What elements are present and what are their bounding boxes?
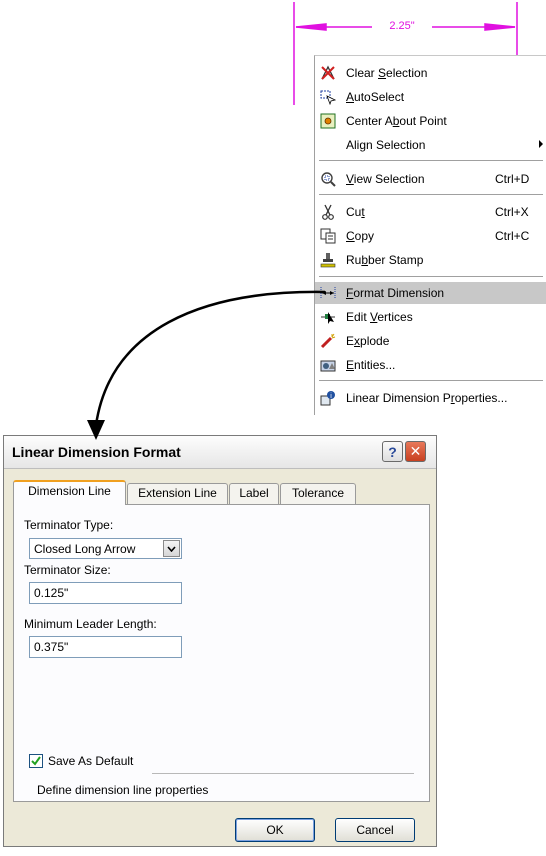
entities-icon	[320, 360, 336, 372]
tab-tolerance[interactable]: Tolerance	[280, 483, 356, 504]
shortcut-label: Ctrl+X	[495, 205, 529, 219]
terminator-size-label: Terminator Size:	[24, 563, 111, 577]
menu-item-format-dimension[interactable]: Format Dimension	[315, 282, 546, 304]
dropdown-button[interactable]	[163, 540, 180, 557]
min-leader-length-field[interactable]	[29, 636, 182, 658]
dimension-value-label: 2.25"	[372, 18, 432, 34]
terminator-type-select[interactable]: Closed Long Arrow	[29, 538, 182, 559]
checkmark-icon	[31, 756, 41, 766]
ok-button[interactable]: OK	[235, 818, 315, 842]
shortcut-label: Ctrl+C	[495, 229, 530, 243]
format-dimension-icon	[320, 287, 336, 299]
edit-vertices-icon	[321, 312, 335, 324]
menu-item-cut[interactable]: Cut Ctrl+X	[315, 201, 546, 223]
help-button[interactable]: ?	[382, 441, 403, 462]
dialog-titlebar[interactable]: Linear Dimension Format ? ✕	[4, 436, 436, 469]
close-button[interactable]: ✕	[405, 441, 426, 462]
menu-item-copy[interactable]: Copy Ctrl+C	[315, 225, 546, 247]
separator	[152, 773, 414, 774]
autoselect-icon	[320, 90, 336, 105]
menu-item-edit-vertices[interactable]: Edit Vertices	[315, 306, 546, 328]
save-as-default-label[interactable]: Save As Default	[48, 754, 133, 768]
terminator-size-field[interactable]	[29, 582, 182, 604]
submenu-arrow-icon	[539, 140, 543, 148]
menu-item-entities[interactable]: Entities...	[315, 354, 546, 376]
stamp-icon	[320, 253, 336, 268]
clear-selection-icon	[321, 65, 335, 80]
menu-item-align-selection[interactable]: Align Selection	[315, 134, 546, 156]
menu-item-center-about-point[interactable]: Center About Point	[315, 110, 546, 132]
chevron-down-icon	[167, 545, 176, 552]
tab-label[interactable]: Label	[229, 483, 279, 504]
menu-item-rubber-stamp[interactable]: Rubber Stamp	[315, 249, 546, 271]
tab-extension-line[interactable]: Extension Line	[127, 483, 228, 504]
terminator-type-label: Terminator Type:	[24, 518, 114, 532]
menu-item-explode[interactable]: Explode	[315, 330, 546, 352]
menu-item-view-selection[interactable]: View Selection Ctrl+D	[315, 168, 546, 190]
menu-separator	[319, 160, 543, 161]
menu-item-autoselect[interactable]: AutoSelect	[315, 86, 546, 108]
dialog-title: Linear Dimension Format	[12, 444, 181, 460]
menu-separator	[319, 380, 543, 381]
context-menu: Clear Selection AutoSelect Center About …	[314, 55, 546, 415]
save-as-default-checkbox[interactable]	[29, 754, 43, 768]
shortcut-label: Ctrl+D	[495, 172, 530, 186]
terminator-right-arrow	[484, 23, 516, 31]
terminator-left-arrow	[295, 23, 327, 31]
terminator-size-input[interactable]	[34, 584, 174, 602]
description-text: Define dimension line properties	[37, 783, 209, 797]
menu-item-clear-selection[interactable]: Clear Selection	[315, 62, 546, 84]
explode-icon	[320, 333, 336, 349]
min-leader-length-label: Minimum Leader Length:	[24, 617, 157, 631]
menu-item-linear-dimension-properties[interactable]: i Linear Dimension Properties...	[315, 387, 546, 409]
cancel-button[interactable]: Cancel	[335, 818, 415, 842]
center-point-icon	[320, 113, 336, 129]
scissors-icon	[322, 204, 334, 220]
view-selection-icon	[321, 172, 336, 187]
copy-icon	[320, 228, 336, 244]
min-leader-length-input[interactable]	[34, 638, 174, 656]
terminator-type-value: Closed Long Arrow	[34, 542, 136, 556]
linear-dimension-format-dialog: Linear Dimension Format ? ✕ Dimension Li…	[3, 435, 437, 847]
menu-separator	[319, 276, 543, 277]
menu-separator	[319, 194, 543, 195]
properties-icon: i	[320, 391, 335, 406]
tab-dimension-line[interactable]: Dimension Line	[13, 480, 126, 505]
